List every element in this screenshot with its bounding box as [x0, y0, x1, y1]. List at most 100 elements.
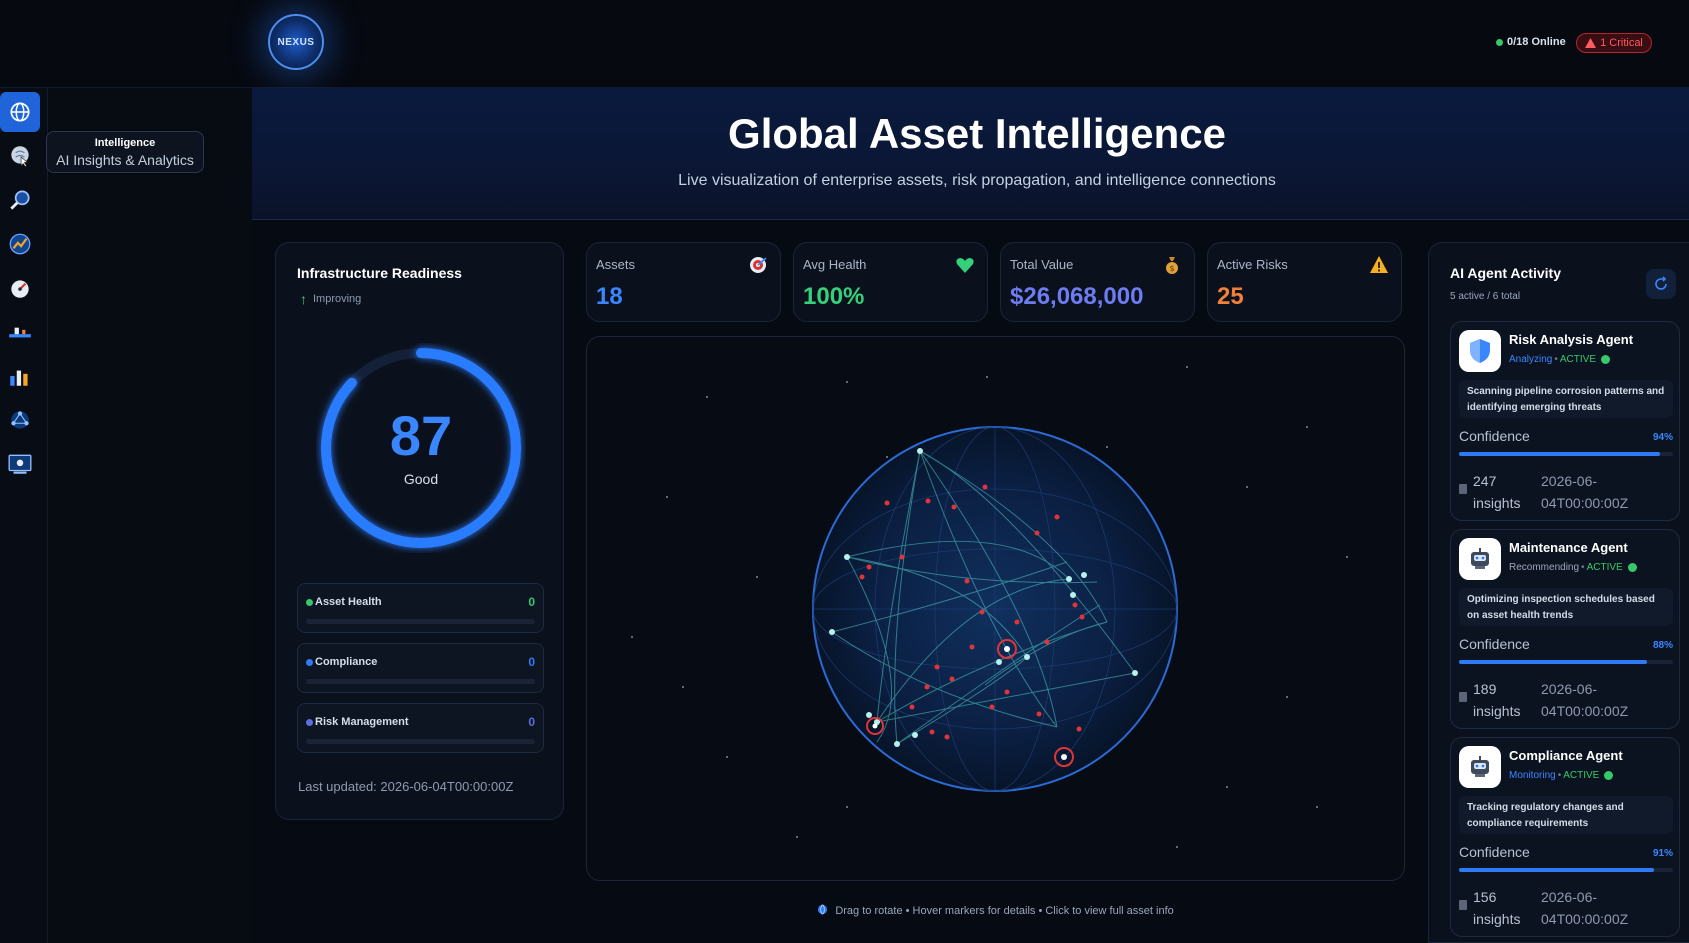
metric-name: Compliance: [315, 656, 378, 668]
confidence-value: 91%: [1652, 848, 1673, 859]
metric-bar: [306, 679, 535, 684]
stat-card-total-value[interactable]: Total Value $26,068,000 $: [1000, 242, 1195, 322]
confidence-value: 94%: [1652, 432, 1673, 443]
stat-label: Assets: [596, 257, 636, 272]
confidence-value: 88%: [1652, 640, 1673, 651]
agent-state: Analyzing • ACTIVE: [1509, 354, 1610, 365]
insights-count: 156 insights: [1473, 889, 1521, 927]
globe-visualization[interactable]: [586, 336, 1405, 881]
metric-bar: [306, 619, 535, 624]
chart-globe-icon: [9, 233, 31, 255]
globe-icon: [10, 102, 30, 122]
tooltip-title: Intelligence: [94, 137, 156, 149]
globe-hint-text: Drag to rotate • Hover markers for detai…: [835, 905, 1174, 917]
agent-timestamp: 2026-06- 04T00:00:00Z: [1541, 681, 1629, 719]
globe-canvas[interactable]: [587, 337, 1405, 881]
agent-mode: Recommending: [1509, 562, 1580, 573]
brain-icon: [11, 146, 29, 168]
sidebar-item-network[interactable]: [0, 400, 40, 440]
metric-compliance: Compliance 0: [297, 643, 544, 693]
readiness-label: Good: [403, 471, 439, 487]
sidebar-item-search[interactable]: [0, 180, 40, 220]
agent-avatar: [1459, 746, 1501, 788]
metric-value: 0: [528, 655, 535, 669]
status-dot-icon: [1627, 563, 1637, 572]
sidebar-item-globe[interactable]: [0, 92, 40, 132]
heart-icon: [956, 258, 974, 273]
agent-panel-subtitle: 5 active / 6 total: [1450, 291, 1521, 302]
metric-name: Asset Health: [315, 596, 382, 608]
agent-status: ACTIVE: [1586, 562, 1623, 573]
confidence-bar: [1459, 660, 1673, 664]
globe-small-icon: [818, 904, 828, 915]
trend-text: Improving: [313, 293, 362, 305]
document-icon: [1459, 900, 1467, 910]
robot-icon: [1471, 548, 1489, 569]
compliance-dot-icon: [306, 658, 313, 666]
last-updated: Last updated: 2026-06-04T00:00:00Z: [298, 779, 514, 794]
sidebar-item-performance[interactable]: [0, 268, 40, 308]
readiness-score: 87: [389, 404, 453, 467]
sidebar: [0, 88, 48, 943]
logo-text: NEXUS: [277, 36, 315, 48]
metric-risk-management: Risk Management 0: [297, 703, 544, 753]
stat-card-assets[interactable]: Assets 18: [586, 242, 781, 322]
stat-label: Active Risks: [1217, 257, 1288, 272]
stat-card-avg-health[interactable]: Avg Health 100%: [793, 242, 988, 322]
agent-card-maintenance[interactable]: Maintenance Agent Recommending • ACTIVE …: [1450, 529, 1680, 729]
agent-state: Monitoring • ACTIVE: [1509, 770, 1614, 781]
confidence-label: Confidence: [1459, 844, 1530, 860]
insights-count: 189 insights: [1473, 681, 1521, 719]
agent-mode: Analyzing: [1509, 354, 1553, 365]
document-icon: [1459, 692, 1467, 702]
stat-value: 25: [1217, 283, 1244, 310]
shield-icon: [1470, 339, 1490, 363]
sidebar-tooltip: Intelligence AI Insights & Analytics: [46, 131, 204, 173]
warning-icon: [1370, 256, 1388, 273]
sidebar-item-analytics-globe[interactable]: [0, 224, 40, 264]
insights-count: 247 insights: [1473, 473, 1521, 511]
confidence-bar: [1459, 868, 1673, 872]
stat-label: Avg Health: [803, 257, 867, 272]
confidence-label: Confidence: [1459, 428, 1530, 444]
sidebar-item-monitor[interactable]: [0, 444, 40, 484]
sidebar-item-pipeline[interactable]: [0, 312, 40, 352]
agent-card-compliance[interactable]: Compliance Agent Monitoring • ACTIVE Tra…: [1450, 737, 1680, 937]
agent-name: Compliance Agent: [1509, 748, 1623, 763]
gauge-icon: [11, 280, 29, 298]
globe-hint: Drag to rotate • Hover markers for detai…: [586, 904, 1405, 917]
page-subtitle: Live visualization of enterprise assets,…: [678, 172, 1276, 189]
refresh-button[interactable]: [1646, 269, 1676, 299]
confidence-bar-fill: [1459, 868, 1654, 872]
risk-management-dot-icon: [306, 718, 313, 726]
agent-description: Tracking regulatory changes and complian…: [1459, 796, 1673, 834]
confidence-bar-fill: [1459, 660, 1648, 664]
confidence-bar: [1459, 452, 1673, 456]
nexus-logo[interactable]: NEXUS: [268, 14, 324, 70]
stat-card-active-risks[interactable]: Active Risks 25: [1207, 242, 1402, 322]
money-bag-icon: $: [1166, 257, 1178, 274]
ai-agent-activity-panel: AI Agent Activity 5 active / 6 total Ris…: [1428, 242, 1689, 943]
agent-name: Maintenance Agent: [1509, 540, 1628, 555]
sidebar-item-intelligence[interactable]: [0, 136, 40, 176]
hero-banner: Global Asset Intelligence Live visualiza…: [252, 88, 1689, 220]
trend-indicator: ↑ Improving: [300, 291, 361, 307]
target-icon: [750, 257, 767, 273]
critical-badge[interactable]: 1 Critical: [1576, 33, 1652, 53]
alert-triangle-icon: [1585, 38, 1597, 48]
agent-status: ACTIVE: [1563, 770, 1600, 781]
asset-health-dot-icon: [306, 598, 313, 606]
sidebar-item-reports[interactable]: [0, 356, 40, 396]
agent-card-risk-analysis[interactable]: Risk Analysis Agent Analyzing • ACTIVE S…: [1450, 321, 1680, 521]
agent-panel-title: AI Agent Activity: [1450, 265, 1561, 281]
agent-status: ACTIVE: [1559, 354, 1596, 365]
agent-description: Optimizing inspection schedules based on…: [1459, 588, 1673, 626]
svg-text:$: $: [1169, 264, 1174, 273]
agent-avatar: [1459, 330, 1501, 372]
stat-value: $26,068,000: [1010, 283, 1144, 310]
robot-icon: [1471, 756, 1489, 777]
top-bar: NEXUS 0/18 Online 1 Critical: [0, 0, 1689, 88]
status-dot-icon: [1604, 771, 1614, 780]
agent-avatar: [1459, 538, 1501, 580]
refresh-icon: [1655, 276, 1667, 290]
